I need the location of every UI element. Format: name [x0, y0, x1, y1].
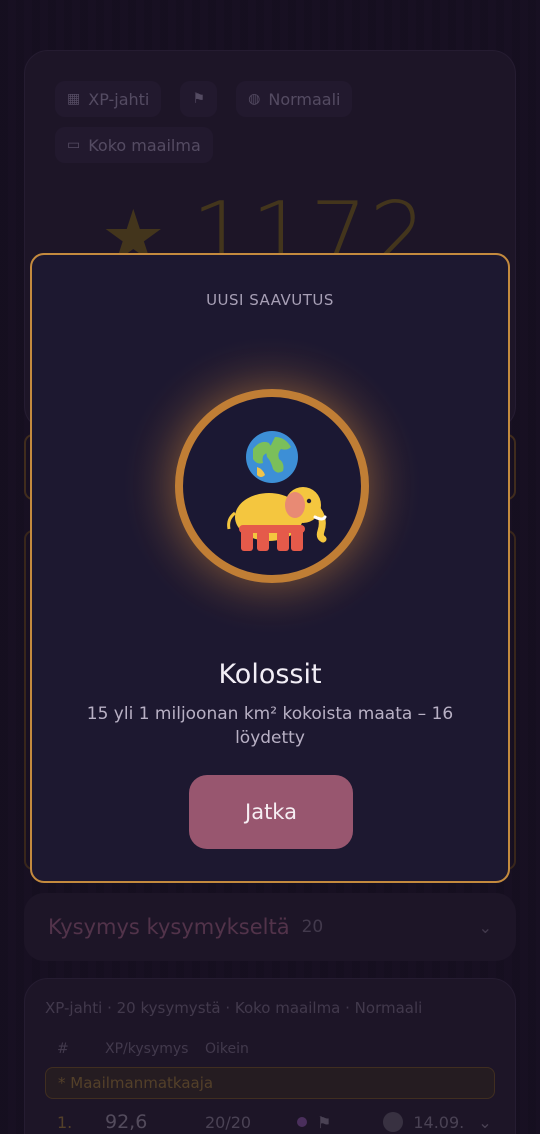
achievement-description: 15 yli 1 miljoonan km² kokoista maata – …: [86, 704, 454, 748]
achievement-title: Kolossit: [218, 659, 322, 690]
achievement-badge: [175, 389, 369, 583]
elephant-globe-icon: [227, 431, 327, 551]
continue-button[interactable]: Jatka: [189, 775, 353, 849]
achievement-modal: UUSI SAAVUTUS Kolossit 15 yli 1 miljoona…: [30, 253, 510, 883]
modal-kicker: UUSI SAAVUTUS: [206, 291, 334, 309]
